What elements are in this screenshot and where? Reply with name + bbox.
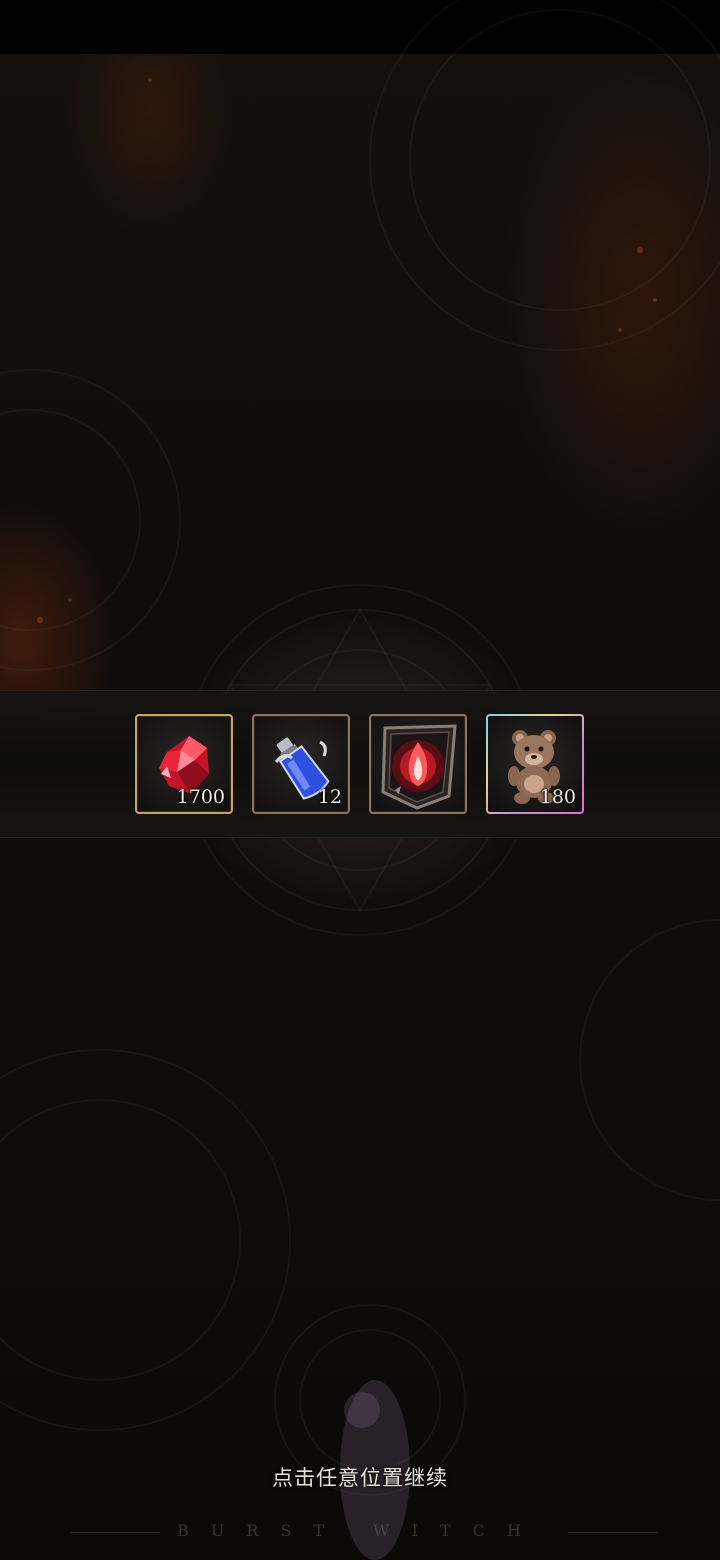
- item-quantity: 1700: [176, 786, 225, 808]
- brand-watermark: BURST WITCH: [0, 1520, 720, 1544]
- flame-card-icon: [381, 724, 457, 810]
- tap-to-continue-prompt[interactable]: 点击任意位置继续: [0, 1462, 720, 1492]
- reward-item-red-crystal[interactable]: 1700: [135, 714, 233, 814]
- reward-screen[interactable]: 1700 12 180 点击任意位置继续 BURST WITCH: [0, 0, 720, 1560]
- brand-watermark-text: BURST WITCH: [177, 1521, 543, 1540]
- reward-item-teddy-bear[interactable]: 180: [486, 714, 584, 814]
- reward-item-flame-card[interactable]: [369, 714, 467, 814]
- reward-band: [0, 690, 720, 838]
- item-quantity: 180: [539, 786, 576, 808]
- item-quantity: 12: [317, 786, 342, 808]
- reward-item-blue-potion[interactable]: 12: [252, 714, 350, 814]
